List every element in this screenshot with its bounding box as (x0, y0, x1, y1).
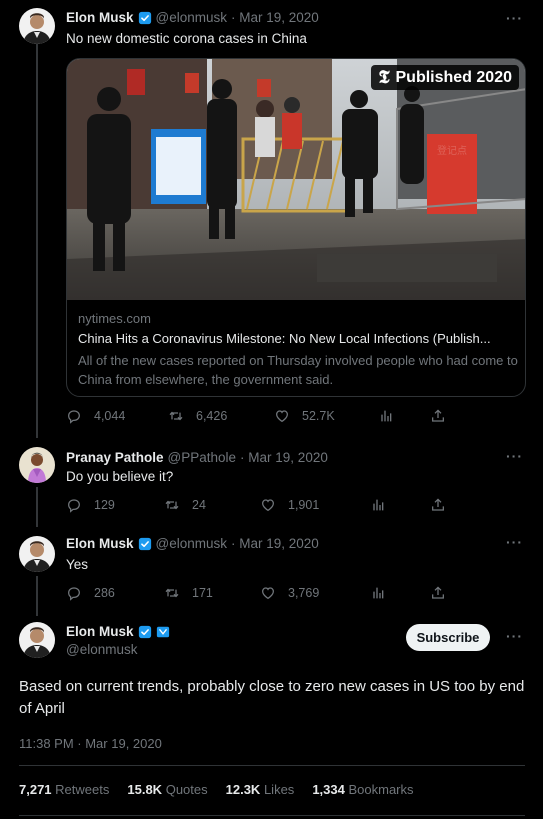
reply-button[interactable]: 286 (66, 585, 115, 601)
like-count: 3,769 (288, 586, 320, 600)
views-button[interactable] (370, 585, 398, 601)
likes-stat[interactable]: 12.3K Likes (226, 782, 295, 797)
retweet-count: 171 (192, 586, 213, 600)
tweet-header: Pranay Pathole @PPathole · Mar 19, 2020 (66, 450, 328, 465)
verified-badge-icon (138, 11, 152, 25)
card-description: All of the new cases reported on Thursda… (78, 353, 518, 387)
author-name[interactable]: Elon Musk (66, 536, 134, 551)
nyt-logo-icon: 𝕿 (378, 67, 390, 88)
verified-badge-icon (138, 537, 152, 551)
author-handle[interactable]: @elonmusk (156, 536, 227, 551)
like-button[interactable]: 3,769 (260, 585, 319, 601)
views-icon (370, 497, 386, 513)
views-button[interactable] (370, 497, 398, 513)
published-badge: 𝕿 Published 2020 (371, 65, 519, 90)
views-icon (378, 408, 394, 424)
card-title: China Hits a Coronavirus Milestone: No N… (78, 331, 491, 346)
share-button[interactable] (430, 497, 458, 513)
tweet-header: Elon Musk @elonmusk · Mar 19, 2020 (66, 10, 319, 25)
author-name[interactable]: Elon Musk (66, 624, 134, 639)
main-author: Elon Musk @elonmusk (66, 624, 170, 657)
reply-button[interactable]: 129 (66, 497, 115, 513)
tweet-actions: 286 171 3,769 (66, 585, 446, 605)
like-button[interactable]: 1,901 (260, 497, 319, 513)
tweet-2[interactable]: Pranay Pathole @PPathole · Mar 19, 2020 … (0, 440, 543, 530)
more-icon[interactable]: ··· (506, 534, 523, 550)
tweet-actions: 129 24 1,901 (66, 497, 446, 517)
views-button[interactable] (378, 408, 406, 424)
retweet-icon (168, 408, 184, 424)
retweet-button[interactable]: 24 (164, 497, 206, 513)
divider (19, 765, 525, 766)
author-handle[interactable]: @PPathole (168, 450, 237, 465)
badge-text: Published 2020 (395, 68, 513, 86)
tweet-header: Elon Musk @elonmusk · Mar 19, 2020 (66, 536, 319, 551)
like-button[interactable]: 52.7K (274, 408, 335, 424)
retweet-button[interactable]: 171 (164, 585, 213, 601)
tweet-date[interactable]: · Mar 19, 2020 (240, 450, 328, 465)
tweet-text: Yes (66, 557, 89, 572)
card-image: 登记点 𝕿 Published 2020 (67, 59, 525, 300)
more-icon[interactable]: ··· (506, 628, 523, 644)
avatar[interactable] (19, 536, 55, 572)
retweet-button[interactable]: 6,426 (168, 408, 227, 424)
more-icon[interactable]: ··· (506, 448, 523, 464)
bookmarks-stat[interactable]: 1,334 Bookmarks (312, 782, 413, 797)
reply-icon (66, 408, 82, 424)
share-button[interactable] (430, 408, 458, 424)
share-icon (430, 408, 446, 424)
share-icon (430, 585, 446, 601)
subscription-badge-icon (156, 625, 170, 639)
reply-count: 286 (94, 586, 115, 600)
like-icon (260, 585, 276, 601)
retweets-stat[interactable]: 7,271 Retweets (19, 782, 109, 797)
engagement-stats: 7,271 Retweets 15.8K Quotes 12.3K Likes … (19, 782, 432, 797)
subscribe-button[interactable]: Subscribe (406, 624, 490, 651)
main-timestamp[interactable]: 11:38 PM · Mar 19, 2020 (19, 736, 162, 751)
like-icon (274, 408, 290, 424)
reply-count: 129 (94, 498, 115, 512)
author-name[interactable]: Pranay Pathole (66, 450, 164, 465)
card-domain: nytimes.com (78, 311, 151, 326)
author-handle[interactable]: @elonmusk (156, 10, 227, 25)
author-name[interactable]: Elon Musk (66, 10, 134, 25)
verified-badge-icon (138, 625, 152, 639)
more-icon[interactable]: ··· (506, 10, 523, 26)
divider (19, 815, 525, 816)
tweet-1[interactable]: Elon Musk @elonmusk · Mar 19, 2020 ··· N… (0, 0, 543, 440)
author-handle[interactable]: @elonmusk (66, 642, 170, 657)
retweet-icon (164, 497, 180, 513)
like-count: 52.7K (302, 409, 335, 423)
reply-icon (66, 497, 82, 513)
reply-icon (66, 585, 82, 601)
tweet-date[interactable]: · Mar 19, 2020 (231, 536, 319, 551)
like-count: 1,901 (288, 498, 320, 512)
reply-count: 4,044 (94, 409, 126, 423)
main-avatar[interactable] (19, 622, 55, 658)
views-icon (370, 585, 386, 601)
tweet-3[interactable]: Elon Musk @elonmusk · Mar 19, 2020 ··· Y… (0, 528, 543, 618)
tweet-text: No new domestic corona cases in China (66, 31, 307, 46)
reply-button[interactable]: 4,044 (66, 408, 125, 424)
tweet-actions: 4,044 6,426 52.7K (66, 408, 446, 428)
share-icon (430, 497, 446, 513)
tweet-date[interactable]: · Mar 19, 2020 (231, 10, 319, 25)
avatar[interactable] (19, 8, 55, 44)
retweet-count: 24 (192, 498, 206, 512)
retweet-icon (164, 585, 180, 601)
avatar[interactable] (19, 447, 55, 483)
like-icon (260, 497, 276, 513)
share-button[interactable] (430, 585, 458, 601)
main-tweet-text: Based on current trends, probably close … (19, 678, 525, 717)
sign-text: 登记点 (437, 144, 467, 157)
tweet-text: Do you believe it? (66, 469, 174, 484)
retweet-count: 6,426 (196, 409, 228, 423)
quotes-stat[interactable]: 15.8K Quotes (127, 782, 207, 797)
link-card[interactable]: 登记点 𝕿 Published 2020 nytimes.com China H… (66, 58, 526, 397)
